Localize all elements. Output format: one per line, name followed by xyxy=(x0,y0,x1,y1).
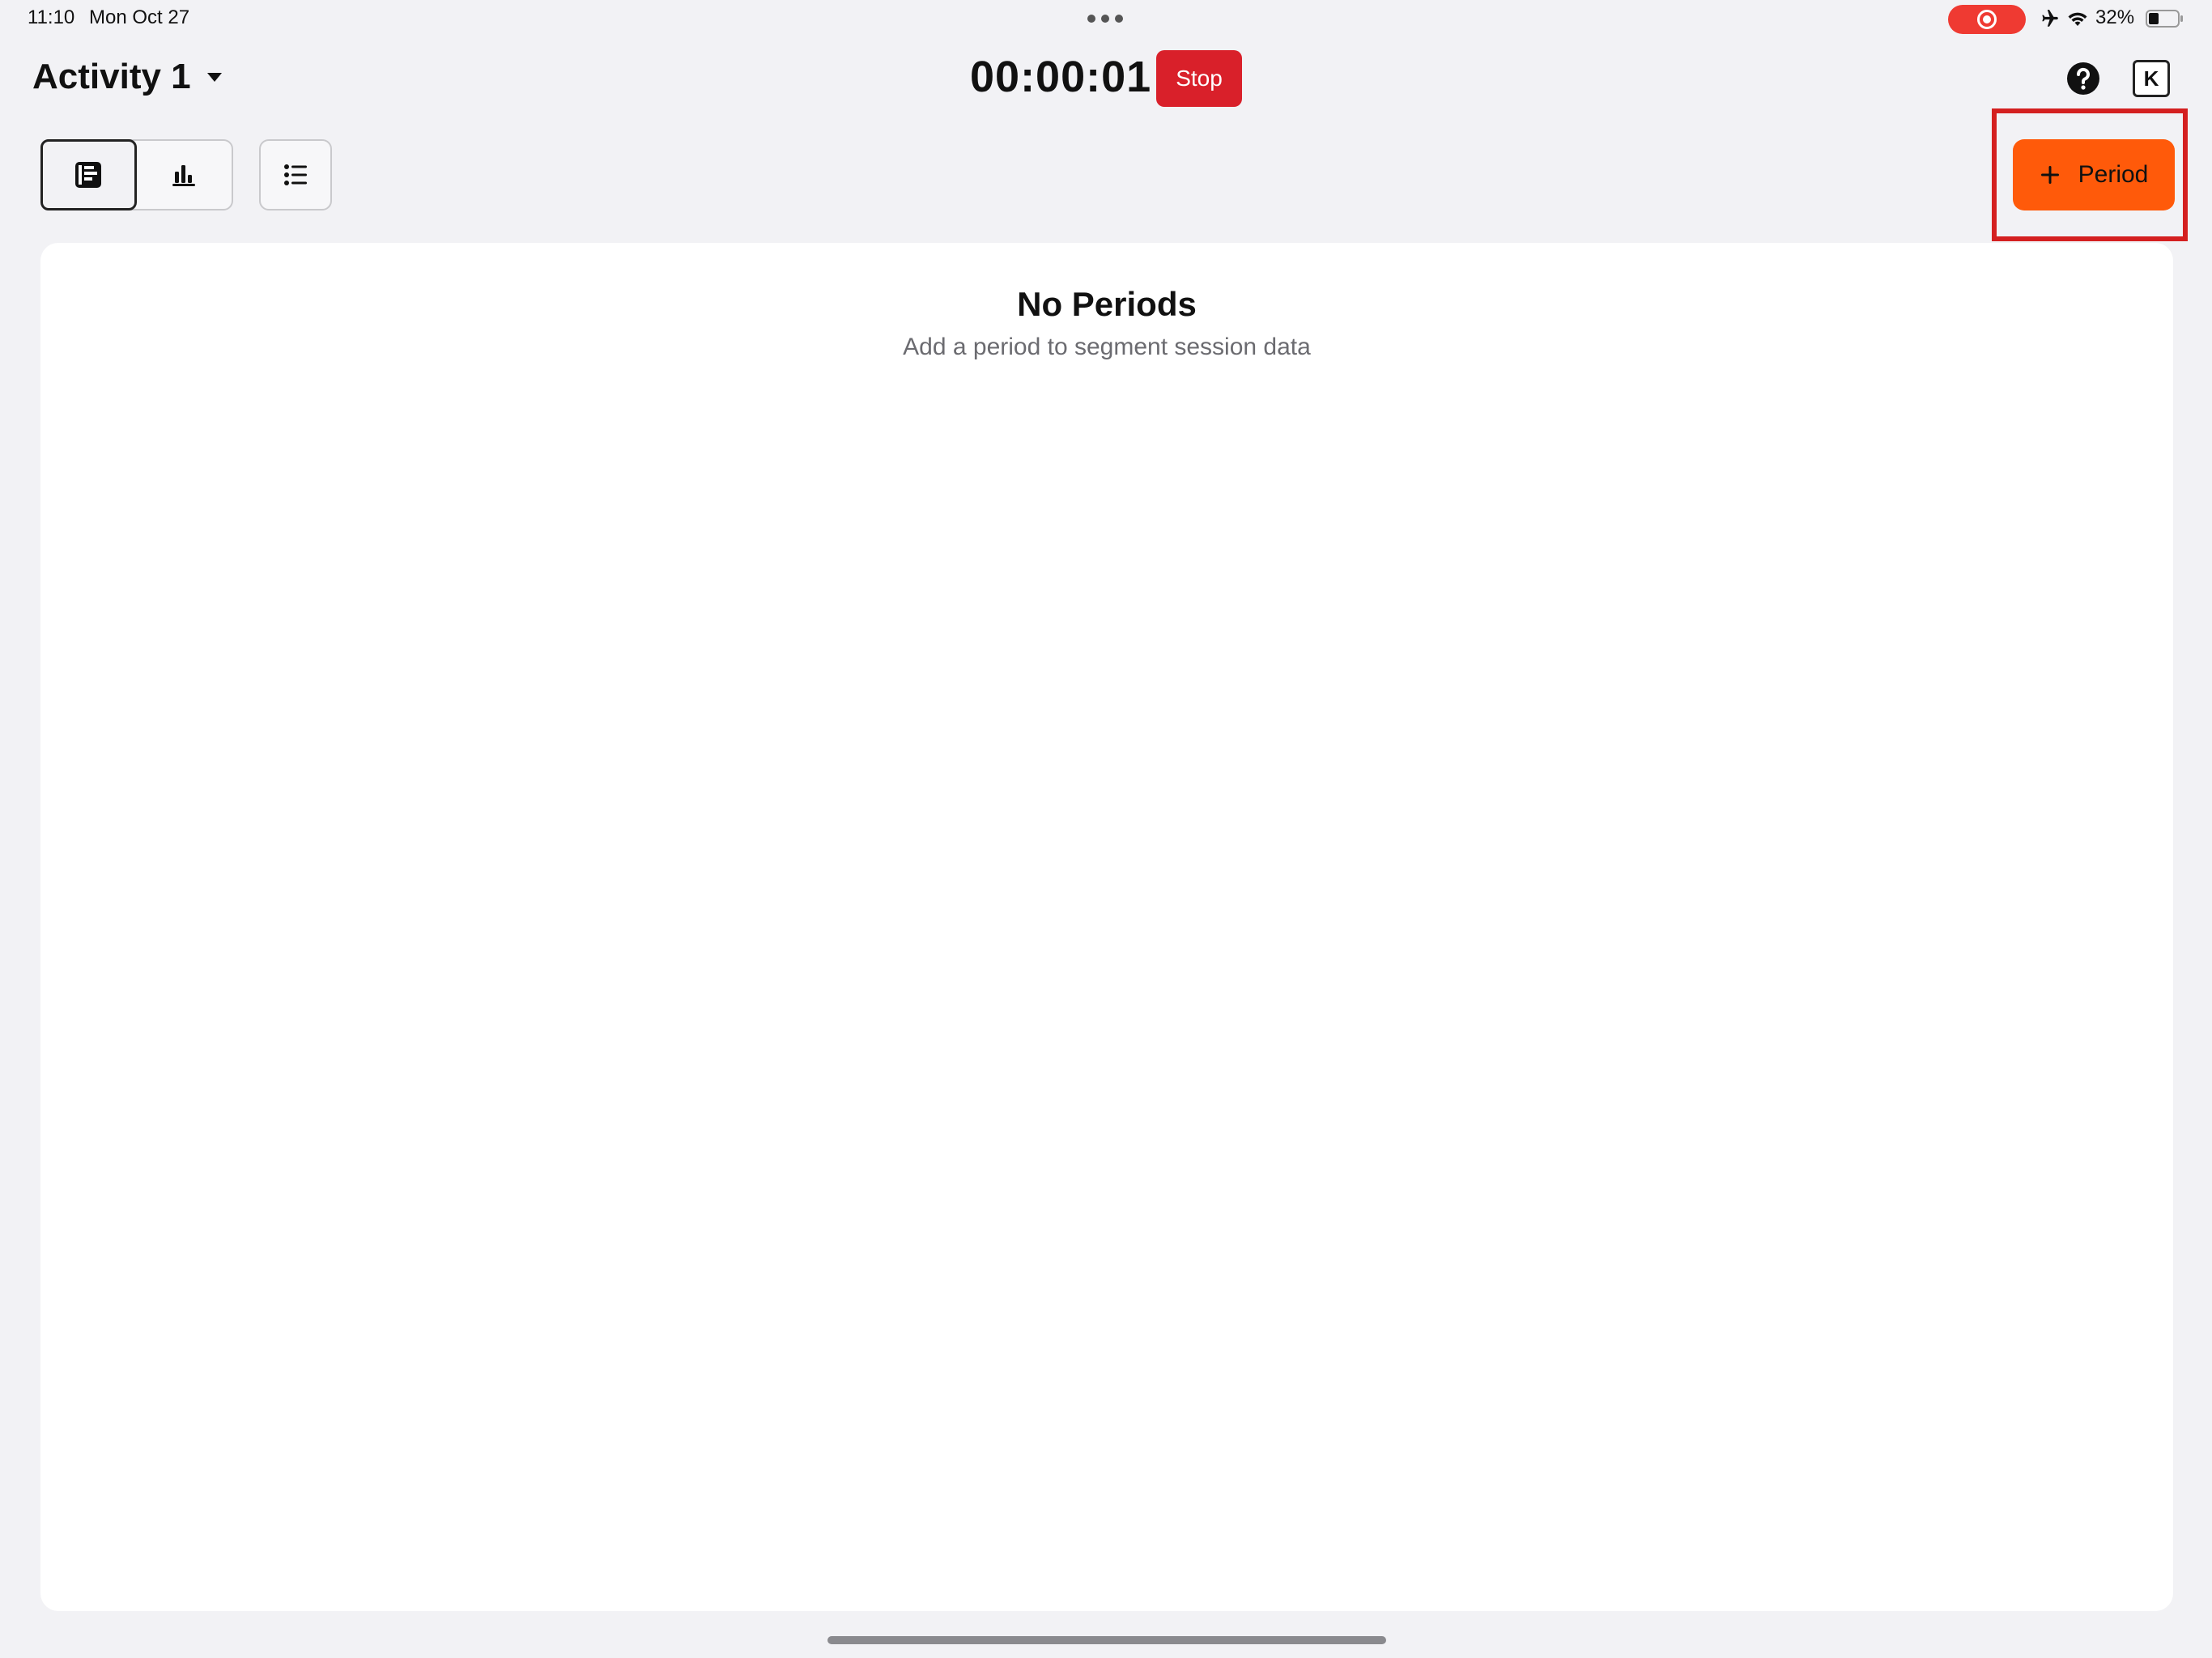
chart-view-button[interactable] xyxy=(137,141,232,209)
empty-state-subtitle: Add a period to segment session data xyxy=(903,334,1311,360)
status-time: 11:10 xyxy=(28,6,75,28)
stop-button[interactable]: Stop xyxy=(1156,50,1242,107)
wifi-icon xyxy=(2068,12,2087,26)
activity-selector[interactable]: Activity 1 xyxy=(32,57,223,97)
status-date: Mon Oct 27 xyxy=(89,6,190,28)
battery-icon xyxy=(2146,10,2183,28)
timeline-icon xyxy=(75,162,102,188)
activity-title: Activity 1 xyxy=(32,57,191,96)
list-view-button[interactable] xyxy=(259,139,332,210)
empty-state-title: No Periods xyxy=(1017,285,1197,323)
view-segmented-control xyxy=(40,139,233,210)
session-timer: 00:00:01 xyxy=(970,53,1152,101)
airplane-icon xyxy=(2042,10,2058,27)
status-bar: 11:10 Mon Oct 27 32% xyxy=(0,0,2212,39)
battery-percentage: 32% xyxy=(2095,6,2135,28)
home-indicator[interactable] xyxy=(827,1636,1386,1644)
list-icon xyxy=(284,164,307,185)
account-button[interactable]: K xyxy=(2133,60,2170,97)
screen-recording-icon[interactable] xyxy=(1948,5,2026,34)
add-period-button[interactable]: Period xyxy=(2013,139,2175,210)
add-period-label: Period xyxy=(2078,161,2149,188)
plus-icon xyxy=(2040,166,2059,184)
periods-panel: No Periods Add a period to segment sessi… xyxy=(40,243,2173,1611)
question-icon[interactable] xyxy=(2066,62,2100,96)
bar-chart-icon xyxy=(172,165,196,186)
timeline-view-button[interactable] xyxy=(40,139,137,210)
caret-down-icon xyxy=(206,73,222,82)
multitask-menu-icon[interactable] xyxy=(1087,15,1123,23)
